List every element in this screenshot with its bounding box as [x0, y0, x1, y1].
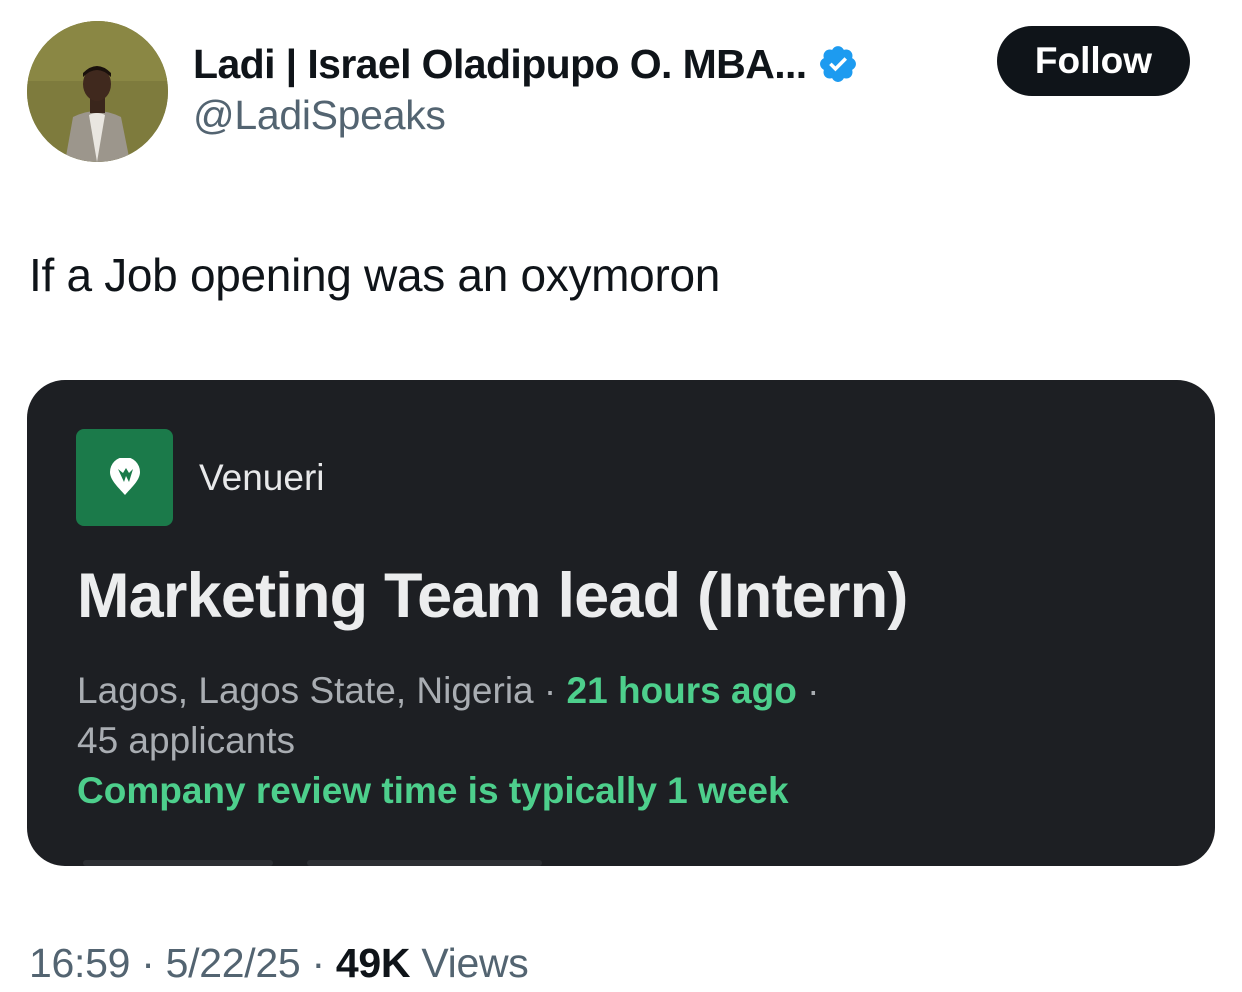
meta-separator: ·	[807, 670, 820, 711]
follow-button[interactable]: Follow	[997, 26, 1190, 96]
venueri-logo-icon	[109, 457, 140, 495]
tweet-time[interactable]: 16:59	[29, 940, 130, 986]
review-time-note: Company review time is typically 1 week	[77, 770, 789, 811]
cropped-button-edge	[83, 860, 273, 866]
verified-badge-icon[interactable]	[817, 43, 859, 85]
job-location: Lagos, Lagos State, Nigeria	[77, 670, 534, 711]
tweet: Ladi | Israel Oladipupo O. MBA... @LadiS…	[0, 0, 1242, 992]
user-handle[interactable]: @LadiSpeaks	[193, 92, 859, 139]
views-count: 49K	[335, 940, 411, 986]
avatar-photo	[27, 21, 168, 162]
tweet-date[interactable]: 5/22/25	[166, 940, 301, 986]
job-posted-time: 21 hours ago	[566, 670, 797, 711]
job-meta-line: Lagos, Lagos State, Nigeria · 21 hours a…	[77, 670, 819, 712]
meta-separator: ·	[543, 670, 557, 711]
views-label: Views	[421, 940, 529, 986]
name-row: Ladi | Israel Oladipupo O. MBA...	[193, 38, 859, 90]
job-title: Marketing Team lead (Intern)	[77, 561, 908, 631]
footer-separator: ·	[141, 940, 155, 986]
tweet-text: If a Job opening was an oxymoron	[29, 249, 721, 301]
tweet-media-image[interactable]: Venueri Marketing Team lead (Intern) Lag…	[27, 380, 1215, 866]
avatar[interactable]	[27, 21, 168, 162]
display-name[interactable]: Ladi | Israel Oladipupo O. MBA...	[193, 41, 807, 88]
author-block: Ladi | Israel Oladipupo O. MBA... @LadiS…	[193, 38, 859, 139]
tweet-footer: 16:59 · 5/22/25 · 49K Views	[29, 940, 529, 987]
company-logo	[76, 429, 173, 526]
job-applicants: 45 applicants	[77, 720, 296, 761]
company-name: Venueri	[199, 457, 325, 498]
footer-separator: ·	[311, 940, 325, 986]
cropped-button-edge	[307, 860, 542, 866]
